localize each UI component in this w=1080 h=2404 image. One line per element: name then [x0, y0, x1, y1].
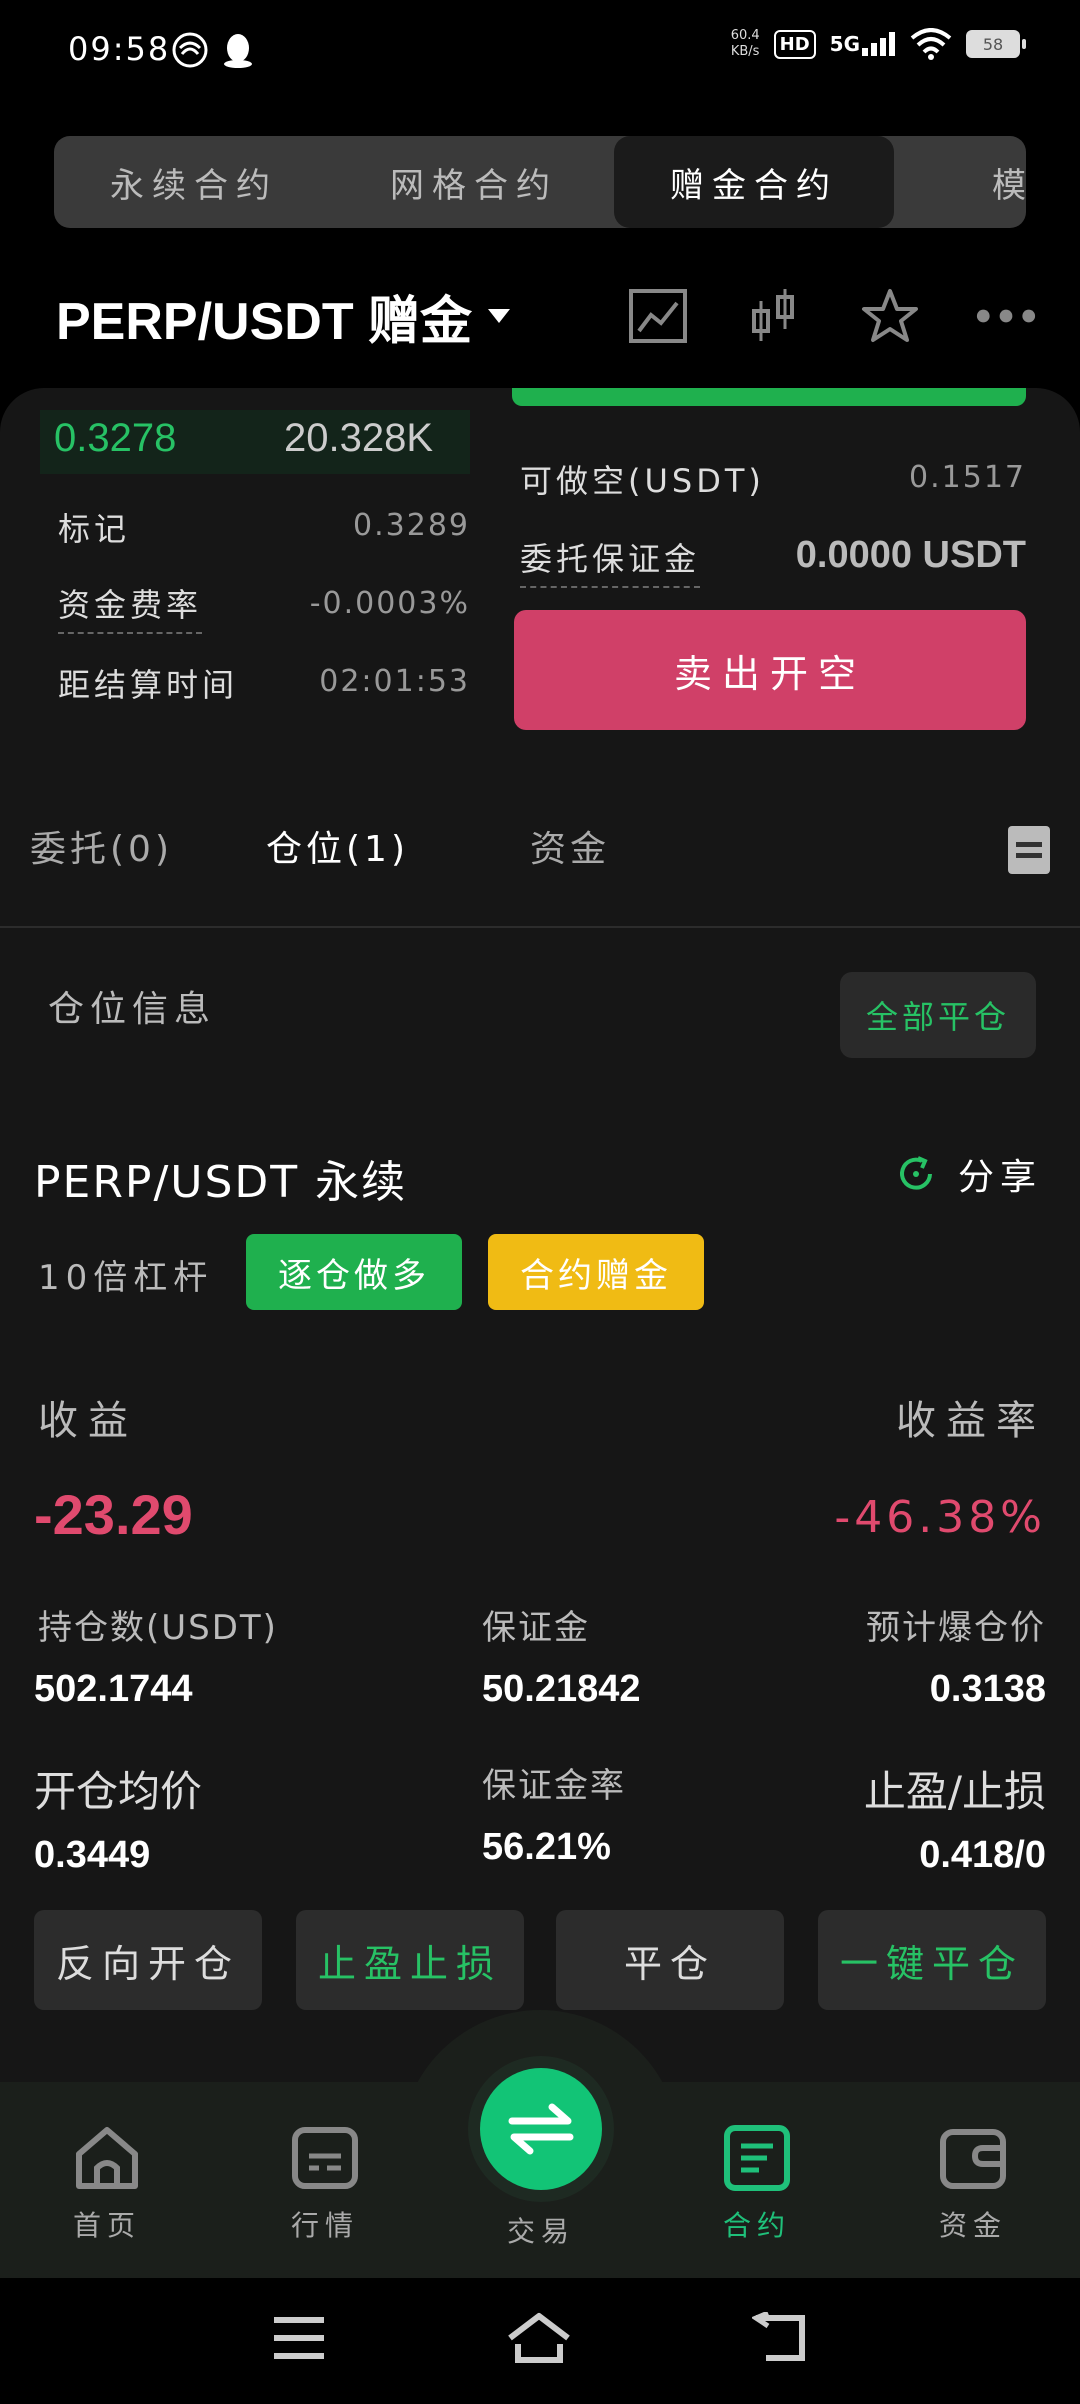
network-speed-icon: [172, 32, 208, 68]
status-bar: 09:58 60.4 KB/s HD 5G 58: [0, 0, 1080, 110]
status-time: 09:58: [68, 30, 171, 68]
entry-price-value: 0.3449: [34, 1834, 151, 1876]
pnl-label: 收益: [38, 1398, 138, 1444]
nav-trade-label: 交易: [506, 2215, 575, 2248]
short-available-label: 可做空(USDT): [520, 462, 765, 500]
caret-down-icon[interactable]: [488, 309, 511, 323]
tab-perpetual[interactable]: 永续合约: [54, 136, 334, 228]
nav-funds-label: 资金: [938, 2209, 1007, 2242]
nav-trade-button[interactable]: [480, 2068, 602, 2190]
tab-simulation[interactable]: 模拟: [894, 136, 1026, 228]
signal-5g-icon: 5G: [830, 32, 896, 56]
pair-header: PERP/USDT 赠金: [56, 276, 1036, 356]
close-position-button[interactable]: 平仓: [556, 1910, 784, 2010]
system-nav-bar: [0, 2278, 1080, 2404]
list-icon[interactable]: [1008, 826, 1050, 874]
net-speed: 60.4 KB/s: [731, 28, 760, 60]
more-icon[interactable]: [976, 286, 1036, 346]
net-speed-value: 60.4: [730, 28, 760, 43]
share-label: 分享: [957, 1157, 1042, 1198]
pnl-value: -23.29: [34, 1483, 193, 1546]
qq-icon: [224, 34, 252, 68]
depth-qty: 20.328K: [284, 416, 434, 460]
battery-icon: 58: [966, 30, 1026, 58]
star-icon[interactable]: [860, 286, 920, 346]
settlement-value: 02:01:53: [319, 664, 470, 699]
home-icon: [76, 2127, 138, 2189]
tab-orders[interactable]: 委托(0): [30, 820, 173, 872]
mark-value: 0.3289: [353, 508, 470, 543]
pair-selector[interactable]: PERP/USDT 赠金: [56, 279, 472, 354]
tpsl-label[interactable]: 止盈/止损: [864, 1758, 1046, 1819]
tpsl-value: 0.418/0: [919, 1834, 1046, 1876]
nav-home[interactable]: 首页: [32, 2122, 182, 2244]
liq-price-value: 0.3138: [929, 1668, 1046, 1710]
reverse-position-button[interactable]: 反向开仓: [34, 1910, 262, 2010]
order-tabs: 委托(0) 仓位(1) 资金: [30, 820, 1050, 884]
buy-button-edge[interactable]: [512, 388, 1026, 406]
pnl-rate-label: 收益率: [896, 1398, 1046, 1444]
margin-label: 保证金: [482, 1608, 590, 1648]
depth-price[interactable]: 0.3278: [54, 416, 176, 461]
status-right: 60.4 KB/s HD 5G 58: [731, 28, 1026, 60]
liq-price-label: 预计爆仓价: [866, 1608, 1046, 1648]
funding-rate-label[interactable]: 资金费率: [58, 580, 203, 634]
contract-type-tabs: 永续合约 网格合约 赠金合约 模拟: [54, 136, 1026, 228]
hd-badge: HD: [773, 29, 816, 59]
market-icon: [292, 2127, 358, 2189]
header-actions: [628, 276, 1036, 356]
position-info-label: 仓位信息: [48, 989, 217, 1030]
refresh-icon: [900, 1156, 932, 1190]
wifi-icon: [910, 28, 952, 60]
nav-market[interactable]: 行情: [250, 2122, 400, 2244]
tab-bonus[interactable]: 赠金合约: [614, 136, 894, 228]
sell-short-button[interactable]: 卖出开空: [514, 610, 1026, 730]
side-tag: 逐仓做多: [246, 1234, 462, 1310]
share-button[interactable]: 分享: [896, 1148, 1042, 1200]
entry-price-label: 开仓均价: [34, 1767, 203, 1816]
nav-home-label: 首页: [72, 2209, 141, 2242]
short-available-value: 0.1517: [909, 460, 1026, 495]
home-nav-icon[interactable]: [506, 2312, 572, 2364]
signal-bars-icon: [862, 32, 895, 56]
tpsl-button[interactable]: 止盈止损: [296, 1910, 524, 2010]
order-margin-label[interactable]: 委托保证金: [520, 534, 701, 588]
mark-label: 标记: [58, 510, 131, 548]
settlement-label: 距结算时间: [58, 666, 239, 704]
contract-icon: [724, 2125, 790, 2191]
position-title: PERP/USDT 永续: [34, 1157, 408, 1208]
nav-market-label: 行情: [290, 2209, 359, 2242]
bonus-tag: 合约赠金: [488, 1234, 704, 1310]
wallet-icon: [940, 2129, 1006, 2189]
tab-positions[interactable]: 仓位(1): [266, 820, 409, 872]
size-label: 持仓数(USDT): [38, 1608, 278, 1648]
net-speed-unit: KB/s: [730, 44, 760, 59]
back-icon[interactable]: [752, 2312, 808, 2364]
nav-contract-label: 合约: [722, 2209, 791, 2242]
close-all-button[interactable]: 全部平仓: [840, 972, 1036, 1058]
network-type: 5G: [829, 32, 860, 56]
margin-rate-label: 保证金率: [482, 1766, 626, 1806]
order-margin-value: 0.0000 USDT: [795, 534, 1026, 576]
swap-icon: [508, 2103, 574, 2155]
nav-contract[interactable]: 合约: [682, 2122, 832, 2244]
margin-rate-value: 56.21%: [482, 1826, 611, 1868]
leverage-label: 10倍杠杆: [38, 1258, 214, 1298]
funding-rate-value: -0.0003%: [309, 586, 470, 621]
margin-value: 50.21842: [482, 1668, 641, 1710]
divider: [0, 926, 1080, 928]
pnl-rate-value: -46.38%: [834, 1492, 1046, 1543]
nav-trade[interactable]: 交易: [466, 2210, 616, 2250]
quick-close-button[interactable]: 一键平仓: [818, 1910, 1046, 2010]
menu-icon[interactable]: [272, 2316, 326, 2360]
nav-funds[interactable]: 资金: [898, 2122, 1048, 2244]
chart-icon[interactable]: [628, 286, 688, 346]
size-value: 502.1744: [34, 1668, 193, 1710]
candlestick-icon[interactable]: [744, 286, 804, 346]
tab-grid[interactable]: 网格合约: [334, 136, 614, 228]
tab-funds[interactable]: 资金: [530, 820, 610, 872]
